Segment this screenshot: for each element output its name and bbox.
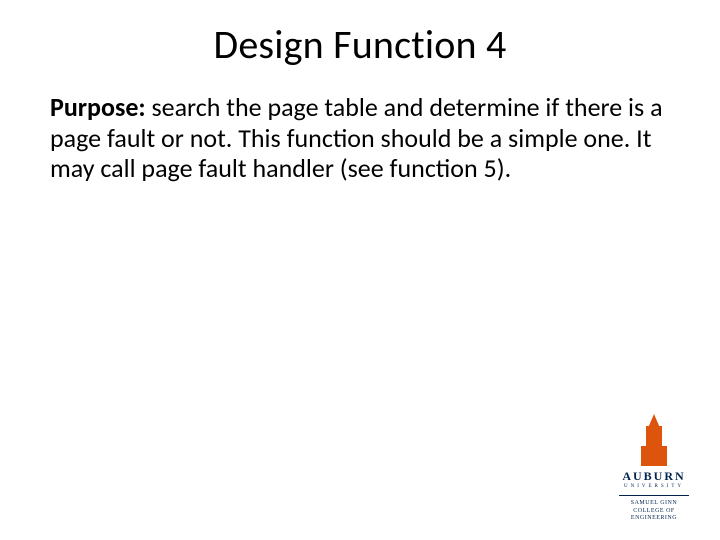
logo-college-line2: COLLEGE OF ENGINEERING <box>610 508 698 522</box>
slide: Design Function 4 Purpose: search the pa… <box>0 0 720 540</box>
tower-icon <box>637 414 671 466</box>
purpose-label: Purpose: <box>50 91 146 123</box>
logo-wordmark: AUBURN <box>610 470 698 482</box>
slide-title: Design Function 4 <box>0 20 720 69</box>
slide-body: Purpose: search the page table and deter… <box>50 92 670 184</box>
auburn-logo: AUBURN UNIVERSITY SAMUEL GINN COLLEGE OF… <box>610 414 698 522</box>
logo-university: UNIVERSITY <box>610 484 698 489</box>
logo-divider <box>619 495 689 496</box>
logo-college-line1: SAMUEL GINN <box>610 500 698 507</box>
